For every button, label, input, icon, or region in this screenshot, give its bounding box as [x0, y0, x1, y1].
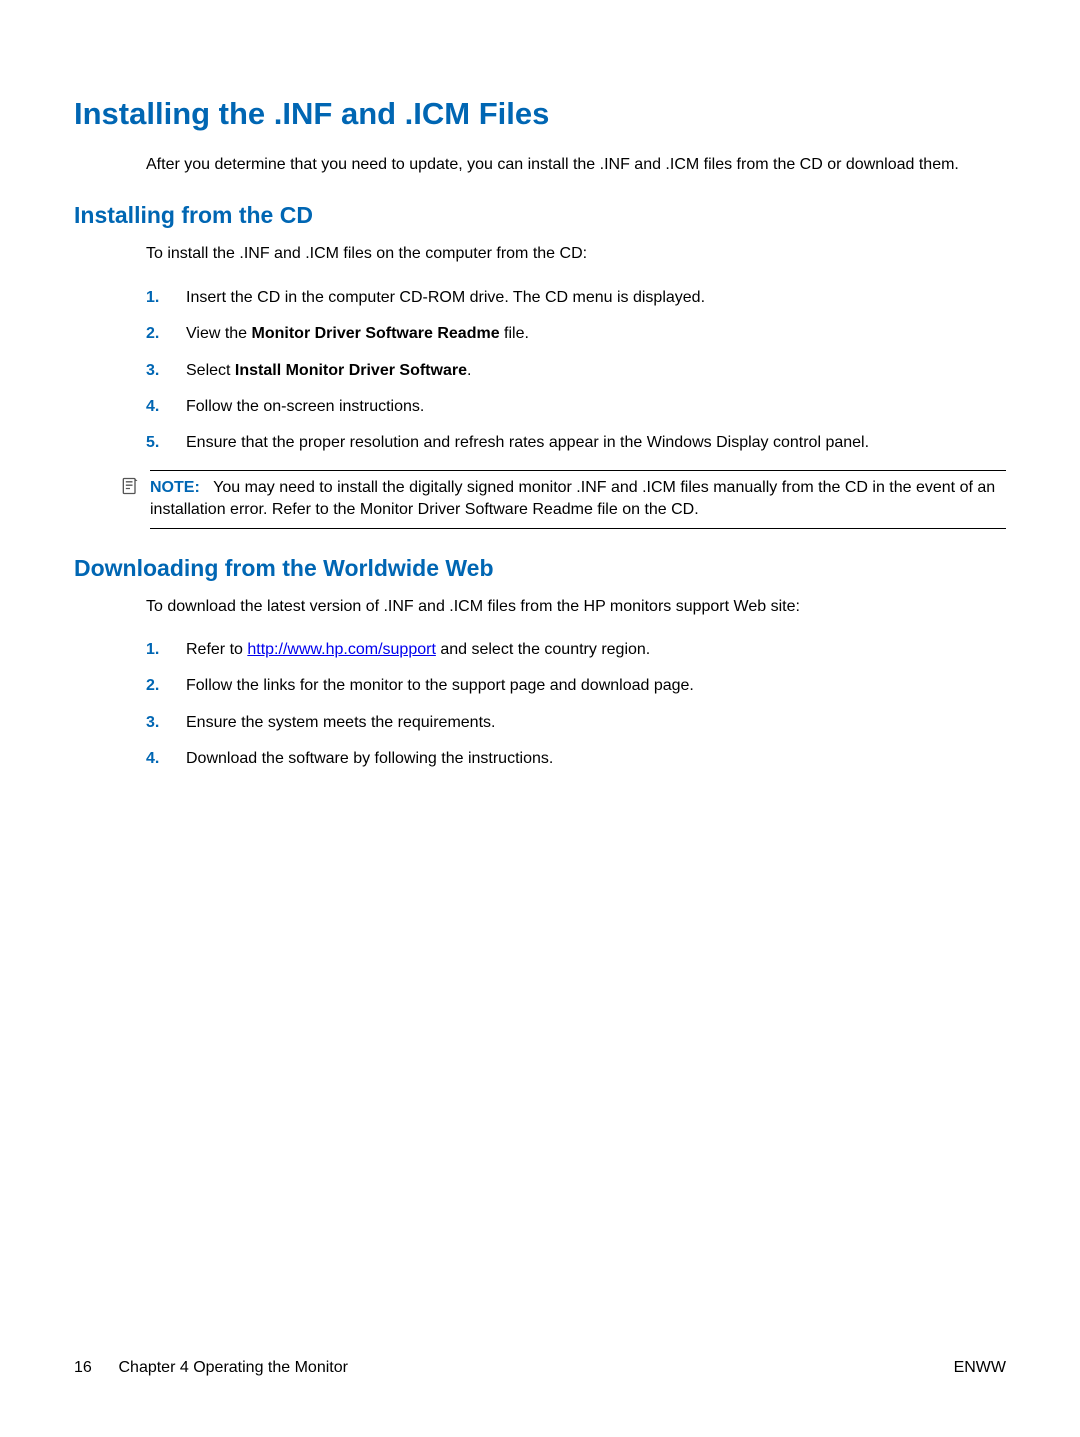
list-number: 3. — [146, 360, 159, 382]
list-text: Follow the on-screen instructions. — [186, 398, 424, 415]
section2-list: 1. Refer to http://www.hp.com/support an… — [146, 632, 1006, 778]
list-item: 5. Ensure that the proper resolution and… — [146, 425, 1006, 461]
bold-text: Install Monitor Driver Software — [235, 362, 467, 379]
document-page: Installing the .INF and .ICM Files After… — [0, 0, 1080, 1437]
support-link[interactable]: http://www.hp.com/support — [247, 641, 436, 658]
list-number: 1. — [146, 287, 159, 309]
section2-lead: To download the latest version of .INF a… — [146, 596, 1006, 618]
list-text: Insert the CD in the computer CD-ROM dri… — [186, 289, 705, 306]
section-heading-web: Downloading from the Worldwide Web — [74, 555, 1006, 582]
list-text: Follow the links for the monitor to the … — [186, 677, 694, 694]
list-item: 2. View the Monitor Driver Software Read… — [146, 316, 1006, 352]
list-item: 3. Ensure the system meets the requireme… — [146, 705, 1006, 741]
list-number: 2. — [146, 675, 159, 697]
page-footer: 16 Chapter 4 Operating the Monitor ENWW — [74, 1359, 1006, 1377]
section1-lead: To install the .INF and .ICM files on th… — [146, 243, 1006, 265]
note-text — [204, 479, 213, 496]
page-number: 16 — [74, 1359, 92, 1376]
intro-paragraph: After you determine that you need to upd… — [146, 154, 1006, 176]
chapter-label: Chapter 4 Operating the Monitor — [118, 1359, 347, 1376]
page-title: Installing the .INF and .ICM Files — [74, 96, 1006, 132]
list-text: Ensure the system meets the requirements… — [186, 714, 495, 731]
list-text: Refer to — [186, 641, 247, 658]
list-number: 3. — [146, 712, 159, 734]
section1-list: 1. Insert the CD in the computer CD-ROM … — [146, 280, 1006, 462]
note-content: NOTE: You may need to install the digita… — [150, 470, 1006, 529]
list-text: file. — [500, 325, 529, 342]
footer-right: ENWW — [954, 1359, 1006, 1377]
list-item: 1. Insert the CD in the computer CD-ROM … — [146, 280, 1006, 316]
note-text: You may need to install the digitally si… — [150, 479, 995, 518]
list-item: 4. Download the software by following th… — [146, 741, 1006, 777]
list-number: 4. — [146, 396, 159, 418]
bold-text: Monitor Driver Software Readme — [252, 325, 500, 342]
list-text: Select — [186, 362, 235, 379]
note-block: NOTE: You may need to install the digita… — [120, 470, 1006, 529]
section-heading-cd: Installing from the CD — [74, 202, 1006, 229]
list-number: 4. — [146, 748, 159, 770]
list-item: 1. Refer to http://www.hp.com/support an… — [146, 632, 1006, 668]
list-text: . — [467, 362, 471, 379]
list-text: Ensure that the proper resolution and re… — [186, 434, 869, 451]
list-item: 2. Follow the links for the monitor to t… — [146, 668, 1006, 704]
list-number: 2. — [146, 323, 159, 345]
list-text: and select the country region. — [436, 641, 650, 658]
list-number: 1. — [146, 639, 159, 661]
list-number: 5. — [146, 432, 159, 454]
list-text: Download the software by following the i… — [186, 750, 553, 767]
note-icon — [120, 476, 140, 501]
note-label: NOTE: — [150, 479, 200, 496]
list-item: 3. Select Install Monitor Driver Softwar… — [146, 353, 1006, 389]
list-text: View the — [186, 325, 252, 342]
list-item: 4. Follow the on-screen instructions. — [146, 389, 1006, 425]
